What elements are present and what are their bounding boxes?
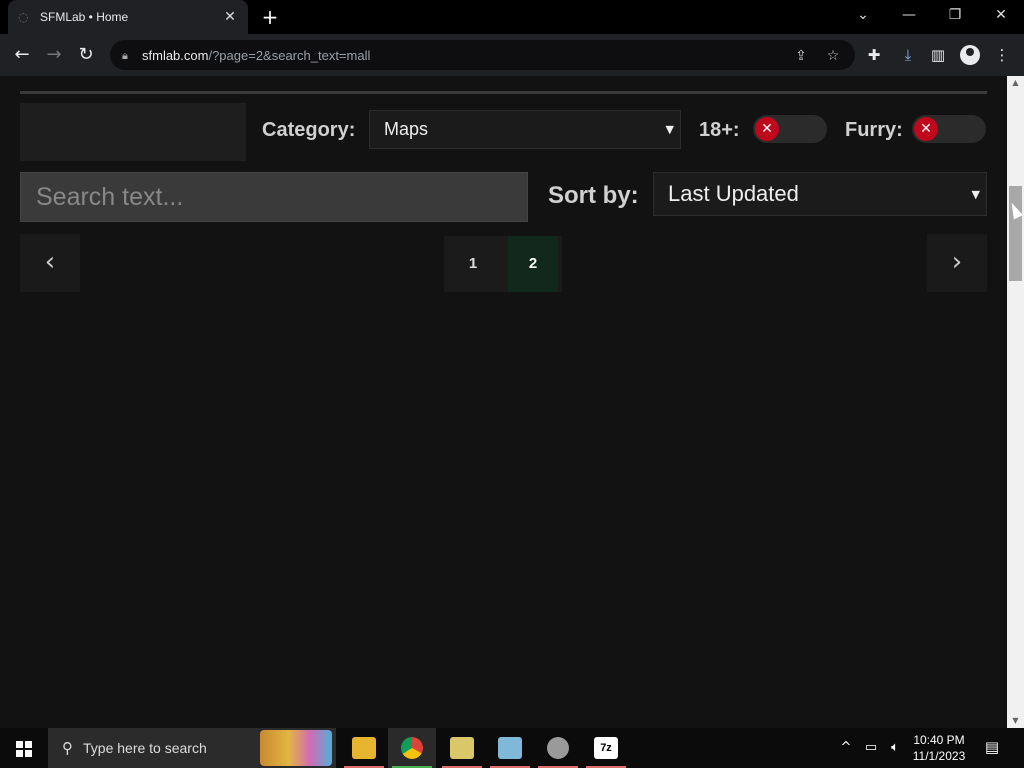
logo-placeholder [20,103,246,161]
next-page-button[interactable]: › [927,234,987,292]
sort-select[interactable]: Last Updated ▼ [653,172,987,216]
scroll-up-arrow-icon[interactable]: ▲ [1007,76,1024,90]
toggle-off-x-icon: ✕ [914,117,938,141]
reload-button[interactable]: ↻ [73,42,99,68]
clock-date: 11/1/2023 [912,749,966,763]
cookie-app[interactable] [534,728,582,768]
bookmark-star-icon[interactable]: ☆ [824,47,842,65]
windows-logo-icon [16,741,32,757]
page-content: Category: Maps ▼ 18+: ✕ Furry: ✕ Search … [0,76,1007,728]
folder-icon [352,737,376,759]
favicon-icon: ◌ [18,10,29,24]
chevron-down-icon: ▼ [971,187,980,201]
search-icon: ⚲ [62,739,73,757]
close-window-button[interactable]: ✕ [978,0,1024,30]
sort-label: Sort by: [548,182,639,209]
menu-kebab-icon[interactable]: ⋮ [992,45,1012,65]
new-tab-button[interactable]: + [258,5,282,29]
notepad-app[interactable] [486,728,534,768]
sort-value: Last Updated [668,181,799,206]
close-tab-icon[interactable]: ✕ [222,9,238,25]
furry-toggle[interactable]: ✕ [912,115,986,143]
tab-sfmlab[interactable]: ◌ SFMLab • Home ✕ [8,0,248,34]
prev-page-button[interactable]: ‹ [20,234,80,292]
vertical-scrollbar[interactable]: ▲ ▼ [1007,76,1024,728]
furry-label: Furry: [845,119,903,141]
start-button[interactable] [0,728,48,768]
url-path: /?page=2&search_text=mall [208,47,371,63]
chevron-down-icon: ▼ [665,123,674,136]
search-input[interactable]: Search text... [20,172,528,222]
adult-label: 18+: [699,119,740,141]
notepad-icon [498,737,522,759]
volume-muted-icon[interactable]: 🔈︎ [884,728,906,768]
browser-window: ◌ SFMLab • Home ✕ + ⌄ — ❐ ✕ ← → ↻ 🔒︎ sfm… [0,0,1024,728]
restore-button[interactable]: ❐ [932,0,978,30]
search-highlight-illustration [260,730,332,766]
toggle-off-x-icon: ✕ [755,117,779,141]
url-host: sfmlab.com [142,47,209,63]
address-bar[interactable]: 🔒︎ sfmlab.com /?page=2&search_text=mall … [110,40,855,70]
clock-time: 10:40 PM [913,733,965,747]
taskbar-search-placeholder: Type here to search [83,740,207,756]
cookie-icon [547,737,569,759]
tab-title: SFMLab • Home [40,10,129,24]
profile-avatar[interactable] [960,45,980,65]
extensions-icon[interactable]: ✚ [864,45,884,65]
category-label: Category: [262,119,356,141]
windows-taskbar: ⚲ Type here to search 7z ^ ▭ 🔈︎ 10:40 PM… [0,728,1024,768]
forward-button[interactable]: → [41,42,67,68]
minimize-button[interactable]: — [886,0,932,30]
7zip-app[interactable]: 7z [582,728,630,768]
bee-icon [450,737,474,759]
category-select[interactable]: Maps ▼ [369,110,681,149]
side-panel-icon[interactable]: ▥ [928,45,948,65]
pagination: 1 2 [444,236,562,292]
chrome-icon [401,737,423,759]
page-2-button[interactable]: 2 [508,236,558,292]
download-icon[interactable]: ⤓ [898,45,918,65]
show-hidden-icons-chevron-icon[interactable]: ^ [836,728,856,768]
chrome-app[interactable] [388,728,436,768]
network-icon[interactable]: ▭ [860,728,882,768]
tab-search-icon[interactable]: ⌄ [840,0,886,30]
notifications-icon[interactable]: ▤ [982,738,1002,758]
share-icon[interactable]: ⇪ [792,47,810,65]
back-button[interactable]: ← [9,42,35,68]
bee-app[interactable] [438,728,486,768]
browser-toolbar: ← → ↻ 🔒︎ sfmlab.com /?page=2&search_text… [0,34,1024,76]
lock-icon[interactable]: 🔒︎ [122,49,134,62]
tab-strip: ◌ SFMLab • Home ✕ + ⌄ — ❐ ✕ [0,0,1024,34]
file-explorer-app[interactable] [340,728,388,768]
category-value: Maps [384,119,429,139]
page-1-button[interactable]: 1 [448,236,498,292]
scroll-down-arrow-icon[interactable]: ▼ [1007,714,1024,728]
system-clock[interactable]: 10:40 PM 11/1/2023 [906,732,972,764]
divider [20,91,987,94]
7zip-icon: 7z [594,737,618,759]
taskbar-search[interactable]: ⚲ Type here to search [48,728,336,768]
adult-toggle[interactable]: ✕ [753,115,827,143]
